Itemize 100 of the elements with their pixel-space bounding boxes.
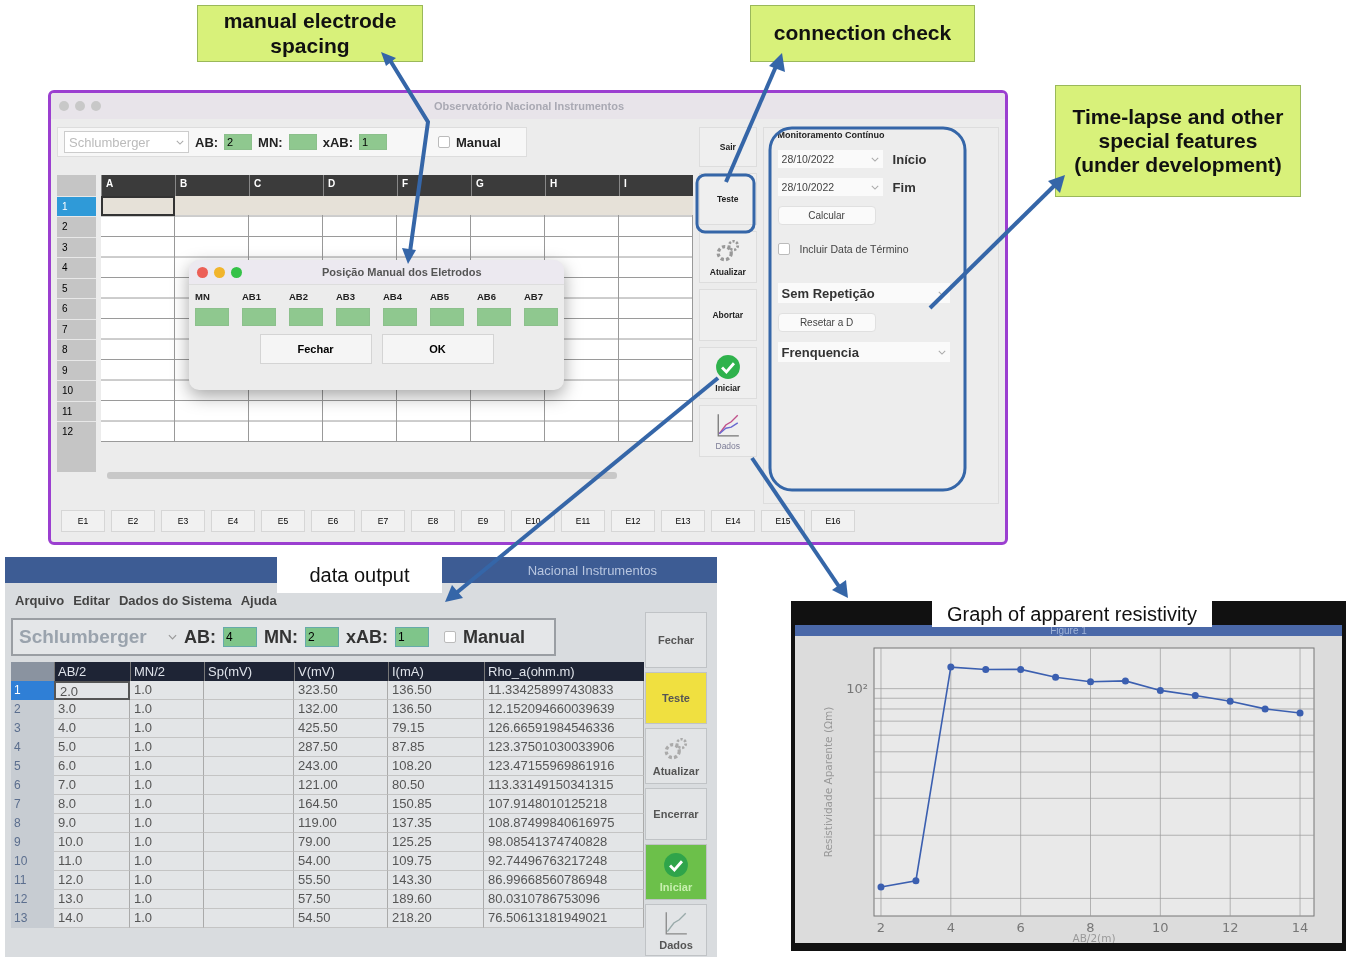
table-cell: 1.0 bbox=[130, 871, 204, 890]
date-field[interactable]: 28/10/2022 bbox=[777, 150, 883, 168]
electrode-button[interactable]: E2 bbox=[111, 510, 155, 532]
input-field[interactable] bbox=[524, 308, 558, 326]
column-header[interactable]: D bbox=[323, 175, 397, 196]
side-button[interactable]: Dados bbox=[645, 904, 707, 956]
side-button[interactable]: Teste bbox=[645, 672, 707, 724]
input-field[interactable]: 1 bbox=[395, 627, 429, 647]
row-header[interactable]: 1 bbox=[11, 681, 54, 700]
side-button[interactable]: Atualizar bbox=[645, 728, 707, 784]
menu-item[interactable]: Arquivo bbox=[15, 593, 65, 608]
electrode-button[interactable]: E16 bbox=[811, 510, 855, 532]
column-header[interactable]: Sp(mV) bbox=[204, 662, 294, 681]
maximize-icon[interactable] bbox=[231, 266, 242, 278]
electrode-button[interactable]: E14 bbox=[711, 510, 755, 532]
side-button[interactable]: Iniciar bbox=[699, 347, 757, 399]
data-point bbox=[1086, 678, 1094, 686]
input-field[interactable] bbox=[288, 134, 317, 150]
electrode-button[interactable]: E1 bbox=[61, 510, 105, 532]
side-button[interactable]: Atualizar bbox=[699, 231, 757, 283]
dialog-button[interactable]: Fechar bbox=[259, 334, 372, 364]
table-cell: 189.60 bbox=[388, 890, 484, 909]
table-cell: 164.50 bbox=[294, 795, 388, 814]
side-button[interactable]: Abortar bbox=[699, 289, 757, 341]
column-header[interactable]: F bbox=[397, 175, 471, 196]
electrode-button[interactable]: E4 bbox=[211, 510, 255, 532]
table-cell: 1.0 bbox=[130, 738, 204, 757]
electrode-button[interactable]: E5 bbox=[261, 510, 305, 532]
input-field[interactable] bbox=[336, 308, 370, 326]
electrode-button[interactable]: E9 bbox=[461, 510, 505, 532]
row-header[interactable]: 3 bbox=[57, 236, 96, 257]
row-header[interactable]: 8 bbox=[57, 339, 96, 360]
manual-checkbox[interactable] bbox=[444, 631, 456, 643]
menu-item[interactable]: Ajuda bbox=[240, 593, 277, 608]
manual-checkbox[interactable] bbox=[438, 136, 450, 148]
column-header[interactable]: I(mA) bbox=[388, 662, 484, 681]
table-cell: 323.50 bbox=[294, 681, 388, 700]
close-icon[interactable] bbox=[197, 266, 208, 278]
row-header[interactable]: 9 bbox=[57, 359, 96, 380]
callout-label: Time-lapse and other special features (under development) bbox=[1055, 85, 1301, 197]
row-header[interactable]: 12 bbox=[57, 421, 96, 442]
minimize-icon[interactable] bbox=[214, 266, 225, 278]
electrode-button[interactable]: E6 bbox=[311, 510, 355, 532]
table-cell: 143.30 bbox=[388, 871, 484, 890]
input-field[interactable] bbox=[477, 308, 511, 326]
table-cell: 98.08541374740828 bbox=[484, 833, 644, 852]
menu-item[interactable]: Dados do Sistema bbox=[118, 593, 232, 608]
column-header[interactable]: H bbox=[545, 175, 619, 196]
field-label: AB3 bbox=[336, 291, 356, 302]
electrode-button[interactable]: E12 bbox=[611, 510, 655, 532]
input-field[interactable] bbox=[383, 308, 417, 326]
reset-button[interactable]: Resetar a D bbox=[777, 313, 876, 332]
repeat-dropdown[interactable]: Sem Repetição bbox=[777, 283, 950, 303]
input-field[interactable] bbox=[242, 308, 276, 326]
checkbox[interactable] bbox=[777, 243, 790, 255]
electrode-button[interactable]: E3 bbox=[161, 510, 205, 532]
table-cell: 109.75 bbox=[388, 852, 484, 871]
input-field[interactable]: 1 bbox=[359, 134, 387, 150]
column-header[interactable]: Rho_a(ohm.m) bbox=[484, 662, 644, 681]
field-label: xAB: bbox=[346, 626, 388, 648]
row-header[interactable]: 7 bbox=[57, 318, 96, 339]
column-header[interactable]: V(mV) bbox=[294, 662, 388, 681]
side-button[interactable]: Fechar bbox=[645, 612, 707, 668]
field-label: MN bbox=[195, 291, 211, 302]
electrode-button[interactable]: E7 bbox=[361, 510, 405, 532]
input-field[interactable] bbox=[289, 308, 323, 326]
input-field[interactable]: 4 bbox=[223, 627, 257, 647]
electrode-button[interactable]: E13 bbox=[661, 510, 705, 532]
selected-cell[interactable] bbox=[101, 195, 175, 216]
frequency-dropdown[interactable]: Frenquencia bbox=[777, 342, 950, 362]
date-field[interactable]: 28/10/2022 bbox=[777, 178, 883, 196]
callout-label: data output bbox=[277, 557, 442, 593]
electrode-button[interactable]: E8 bbox=[411, 510, 455, 532]
column-header[interactable]: C bbox=[249, 175, 323, 196]
row-header[interactable]: 6 bbox=[57, 298, 96, 319]
column-header[interactable]: MN/2 bbox=[130, 662, 204, 681]
row-header[interactable]: 4 bbox=[57, 257, 96, 278]
table-cell: 1.0 bbox=[130, 814, 204, 833]
row-header[interactable]: 10 bbox=[57, 380, 96, 401]
row-header[interactable]: 5 bbox=[57, 277, 96, 298]
input-field[interactable]: 2 bbox=[224, 134, 253, 150]
side-button[interactable]: Sair bbox=[699, 127, 757, 167]
column-header[interactable]: I bbox=[619, 175, 693, 196]
column-header[interactable]: B bbox=[175, 175, 249, 196]
side-button[interactable]: Encerrar bbox=[645, 788, 707, 840]
dialog-button[interactable]: OK bbox=[381, 334, 494, 364]
input-field[interactable]: 2 bbox=[305, 627, 339, 647]
column-header[interactable]: AB/2 bbox=[54, 662, 130, 681]
row-header[interactable]: 11 bbox=[57, 400, 96, 421]
input-field[interactable] bbox=[430, 308, 464, 326]
column-header[interactable]: A bbox=[101, 175, 175, 196]
row-header[interactable]: 2 bbox=[57, 216, 96, 237]
input-field[interactable] bbox=[195, 308, 229, 326]
calculate-button[interactable]: Calcular bbox=[777, 206, 876, 225]
table-cell: 80.0310786753096 bbox=[484, 890, 644, 909]
horizontal-scrollbar[interactable] bbox=[107, 472, 617, 479]
table-cell: 76.50613181949021 bbox=[484, 909, 644, 928]
column-header[interactable]: G bbox=[471, 175, 545, 196]
menu-item[interactable]: Editar bbox=[73, 593, 110, 608]
electrode-button[interactable]: E11 bbox=[561, 510, 605, 532]
